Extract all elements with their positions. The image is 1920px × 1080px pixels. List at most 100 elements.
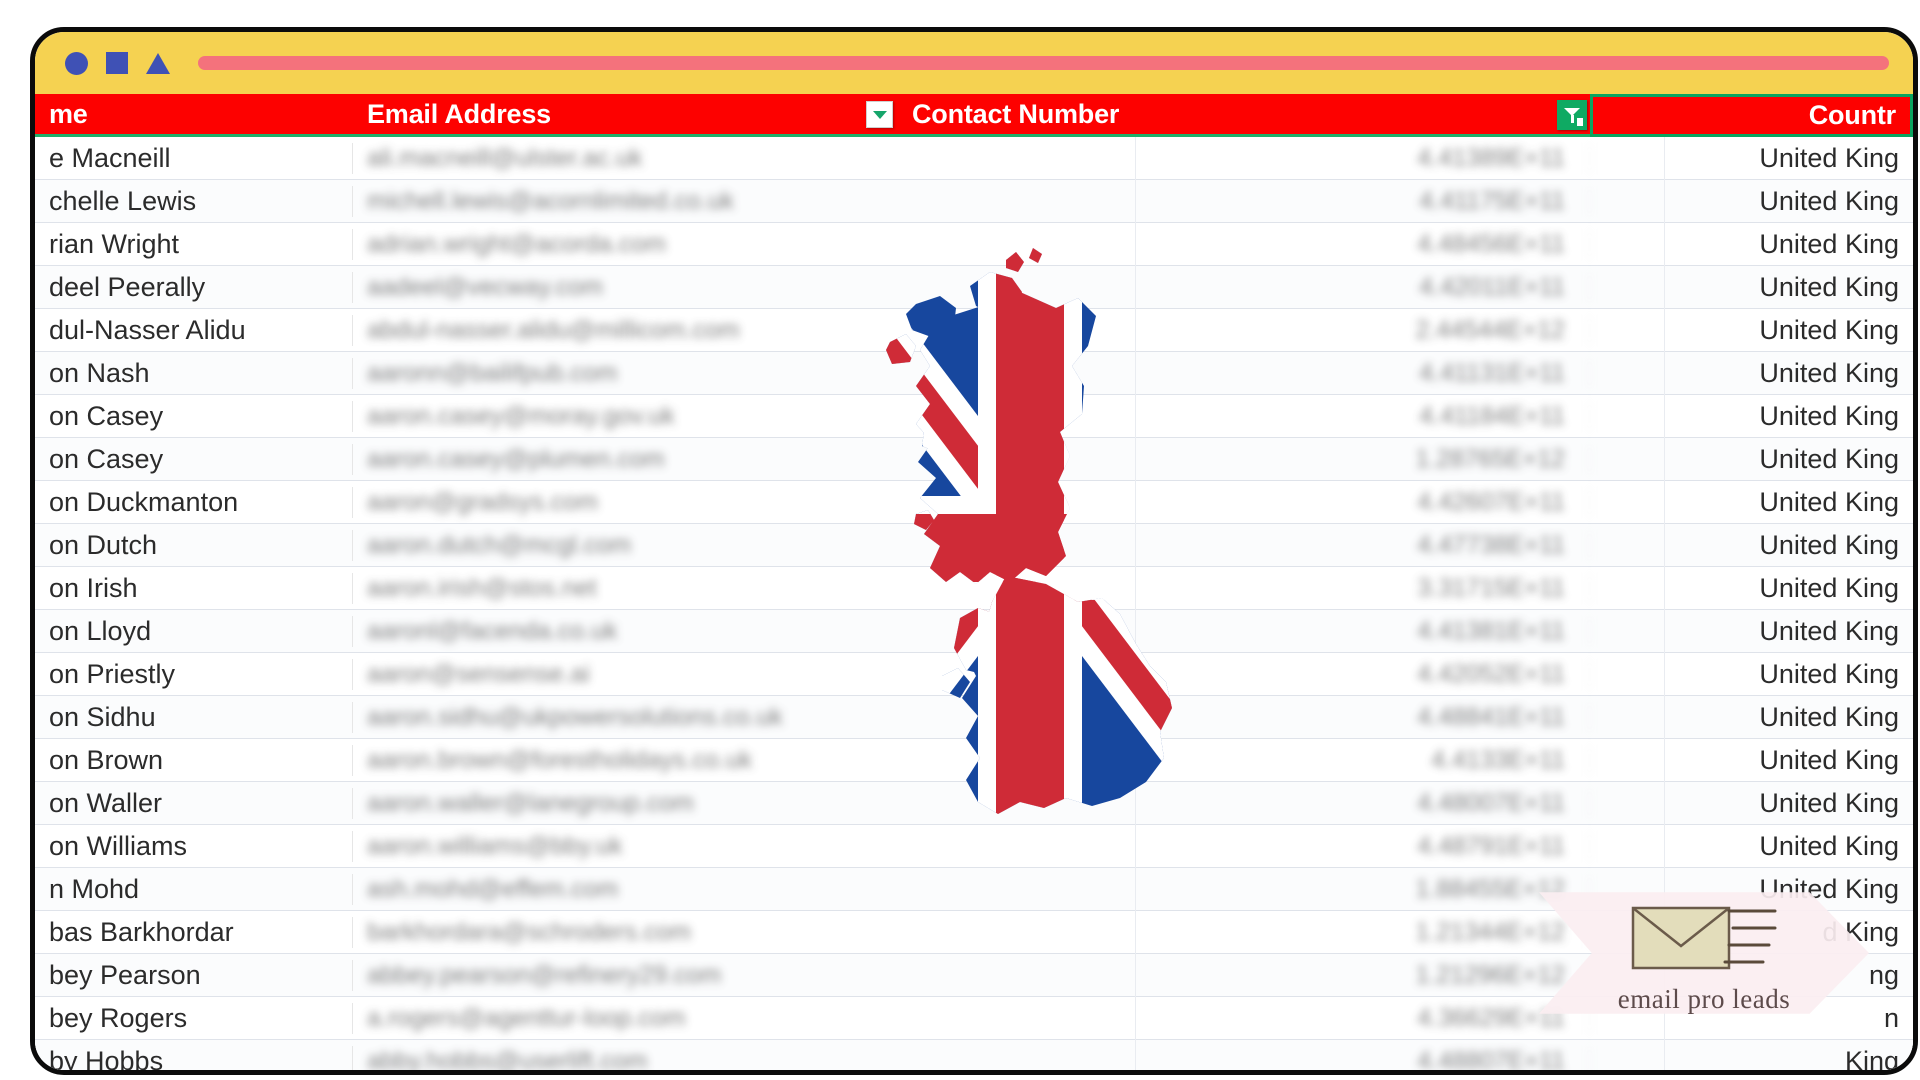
cell-phone[interactable]: 4.42011E+11 — [898, 272, 1590, 302]
table-row[interactable]: by Hobbs abby.hobbs@userlift.com 4.48807E+… — [35, 1040, 1913, 1070]
column-header-name[interactable]: me — [35, 94, 353, 137]
cell-country[interactable]: United King — [1590, 358, 1913, 389]
cell-email[interactable]: aaronn@bailifpub.com — [353, 359, 898, 388]
cell-email[interactable]: aaron.brown@forestholidays.co.uk — [353, 746, 898, 775]
cell-name[interactable]: e Macneill — [35, 142, 353, 174]
cell-phone[interactable]: 4.47738E+11 — [898, 530, 1590, 560]
cell-phone[interactable]: 4.4133E+11 — [898, 745, 1590, 775]
column-header-phone[interactable]: Contact Number — [898, 94, 1590, 137]
cell-country[interactable]: United King — [1590, 831, 1913, 862]
cell-email[interactable]: aaron.waller@lanegroup.com — [353, 789, 898, 818]
cell-country[interactable]: United King — [1590, 315, 1913, 346]
cell-country[interactable]: United King — [1590, 401, 1913, 432]
cell-email[interactable]: aaron.sidhu@ukpowersolutions.co.uk — [353, 703, 898, 732]
cell-phone[interactable]: 4.41184E+11 — [898, 401, 1590, 431]
cell-email[interactable]: ali.macneill@ulster.ac.uk — [353, 144, 898, 173]
cell-phone[interactable]: 4.41389E+11 — [898, 143, 1590, 173]
table-row[interactable]: on Waller aaron.waller@lanegroup.com 4.480… — [35, 782, 1913, 825]
cell-phone[interactable]: 1.21344E+12 — [898, 917, 1590, 947]
cell-phone[interactable]: 4.41381E+11 — [898, 616, 1590, 646]
table-row[interactable]: dul-Nasser Alidu abdul-nasser.alidu@milli… — [35, 309, 1913, 352]
cell-name[interactable]: on Williams — [35, 830, 353, 862]
table-row[interactable]: on Lloyd aaronl@facenda.co.uk 4.41381E+11 U… — [35, 610, 1913, 653]
cell-country[interactable]: United King — [1590, 487, 1913, 518]
table-row[interactable]: on Priestly aaron@sensense.ai 4.42052E+11 U… — [35, 653, 1913, 696]
cell-phone[interactable]: 4.42052E+11 — [898, 659, 1590, 689]
table-row[interactable]: bey Rogers a.rogers@agenttur-loop.com 4.36… — [35, 997, 1913, 1040]
cell-name[interactable]: on Waller — [35, 787, 353, 819]
cell-phone[interactable]: 2.44544E+12 — [898, 315, 1590, 345]
cell-name[interactable]: on Priestly — [35, 658, 353, 690]
cell-email[interactable]: aaronl@facenda.co.uk — [353, 617, 898, 646]
cell-name[interactable]: chelle Lewis — [35, 185, 353, 217]
cell-name[interactable]: on Lloyd — [35, 615, 353, 647]
table-row[interactable]: on Casey aaron.casey@plumen.com 1.28765E+1… — [35, 438, 1913, 481]
table-row[interactable]: bey Pearson abbey.pearson@refinery29.com 1… — [35, 954, 1913, 997]
table-row[interactable]: on Sidhu aaron.sidhu@ukpowersolutions.co.… — [35, 696, 1913, 739]
cell-email[interactable]: aaron@gradsys.com — [353, 488, 898, 517]
cell-country[interactable]: King — [1590, 1046, 1913, 1071]
table-row[interactable]: on Williams aaron.williams@bby.uk 4.48791E… — [35, 825, 1913, 868]
cell-country[interactable]: United King — [1590, 444, 1913, 475]
triangle-icon[interactable] — [146, 52, 170, 74]
cell-name[interactable]: on Nash — [35, 357, 353, 389]
cell-name[interactable]: on Casey — [35, 400, 353, 432]
column-header-country[interactable]: Countr — [1590, 94, 1913, 137]
cell-name[interactable]: rian Wright — [35, 228, 353, 260]
cell-email[interactable]: aaron@sensense.ai — [353, 660, 898, 689]
cell-country[interactable]: United King — [1590, 659, 1913, 690]
table-row[interactable]: bas Barkhordar barkhordara@schroders.com 1… — [35, 911, 1913, 954]
cell-country[interactable]: United King — [1590, 788, 1913, 819]
cell-name[interactable]: on Duckmanton — [35, 486, 353, 518]
cell-name[interactable]: on Casey — [35, 443, 353, 475]
address-bar[interactable] — [198, 56, 1889, 70]
cell-email[interactable]: ash.mohd@effem.com — [353, 875, 898, 904]
table-row[interactable]: on Duckmanton aaron@gradsys.com 4.42607E+1… — [35, 481, 1913, 524]
cell-country[interactable]: United King — [1590, 143, 1913, 174]
cell-country[interactable]: d King — [1590, 917, 1913, 948]
filter-dropdown-name-icon[interactable] — [866, 101, 893, 128]
cell-name[interactable]: on Sidhu — [35, 701, 353, 733]
table-row[interactable]: on Nash aaronn@bailifpub.com 4.41131E+11 Un… — [35, 352, 1913, 395]
cell-name[interactable]: n Mohd — [35, 873, 353, 905]
cell-email[interactable]: adrian.wright@acorda.com — [353, 230, 898, 259]
column-header-email[interactable]: Email Address — [353, 94, 898, 137]
cell-email[interactable]: aaron.dutch@mcgl.com — [353, 531, 898, 560]
cell-phone[interactable]: 4.48841E+11 — [898, 702, 1590, 732]
cell-email[interactable]: aaron.irish@stos.net — [353, 574, 898, 603]
cell-country[interactable]: United King — [1590, 616, 1913, 647]
cell-phone[interactable]: 4.48791E+11 — [898, 831, 1590, 861]
table-row[interactable]: on Irish aaron.irish@stos.net 3.31715E+11 U… — [35, 567, 1913, 610]
cell-name[interactable]: bas Barkhordar — [35, 916, 353, 948]
table-row[interactable]: chelle Lewis michell.lewis@acornlimited.c… — [35, 180, 1913, 223]
cell-phone[interactable]: 4.48456E+11 — [898, 229, 1590, 259]
cell-country[interactable]: United King — [1590, 186, 1913, 217]
table-row[interactable]: deel Peerally aadeel@vecway.com 4.42011E+1… — [35, 266, 1913, 309]
cell-name[interactable]: on Irish — [35, 572, 353, 604]
circle-icon[interactable] — [65, 51, 88, 75]
cell-country[interactable]: n — [1590, 1003, 1913, 1034]
table-row[interactable]: on Casey aaron.casey@moray.gov.uk 4.41184E… — [35, 395, 1913, 438]
cell-phone[interactable]: 4.42607E+11 — [898, 487, 1590, 517]
table-row[interactable]: on Dutch aaron.dutch@mcgl.com 4.47738E+11 U… — [35, 524, 1913, 567]
square-icon[interactable] — [106, 52, 128, 74]
filter-applied-phone-icon[interactable] — [1557, 100, 1587, 130]
table-row[interactable]: e Macneill ali.macneill@ulster.ac.uk 4.413… — [35, 137, 1913, 180]
cell-country[interactable]: United King — [1590, 573, 1913, 604]
cell-email[interactable]: michell.lewis@acornlimited.co.uk — [353, 187, 898, 216]
cell-name[interactable]: by Hobbs — [35, 1045, 353, 1070]
cell-country[interactable]: United King — [1590, 272, 1913, 303]
cell-phone[interactable]: 3.31715E+11 — [898, 573, 1590, 603]
cell-name[interactable]: on Dutch — [35, 529, 353, 561]
cell-email[interactable]: abdul-nasser.alidu@millicom.com — [353, 316, 898, 345]
cell-email[interactable]: aadeel@vecway.com — [353, 273, 898, 302]
cell-phone[interactable]: 4.41175E+11 — [898, 186, 1590, 216]
cell-email[interactable]: abbey.pearson@refinery29.com — [353, 961, 898, 990]
cell-phone[interactable]: 1.88455E+12 — [898, 874, 1590, 904]
cell-email[interactable]: aaron.williams@bby.uk — [353, 832, 898, 861]
cell-country[interactable]: ng — [1590, 960, 1913, 991]
cell-name[interactable]: bey Rogers — [35, 1002, 353, 1034]
table-row[interactable]: rian Wright adrian.wright@acorda.com 4.484… — [35, 223, 1913, 266]
cell-phone[interactable]: 4.41131E+11 — [898, 358, 1590, 388]
table-row[interactable]: n Mohd ash.mohd@effem.com 1.88455E+12 Unite… — [35, 868, 1913, 911]
